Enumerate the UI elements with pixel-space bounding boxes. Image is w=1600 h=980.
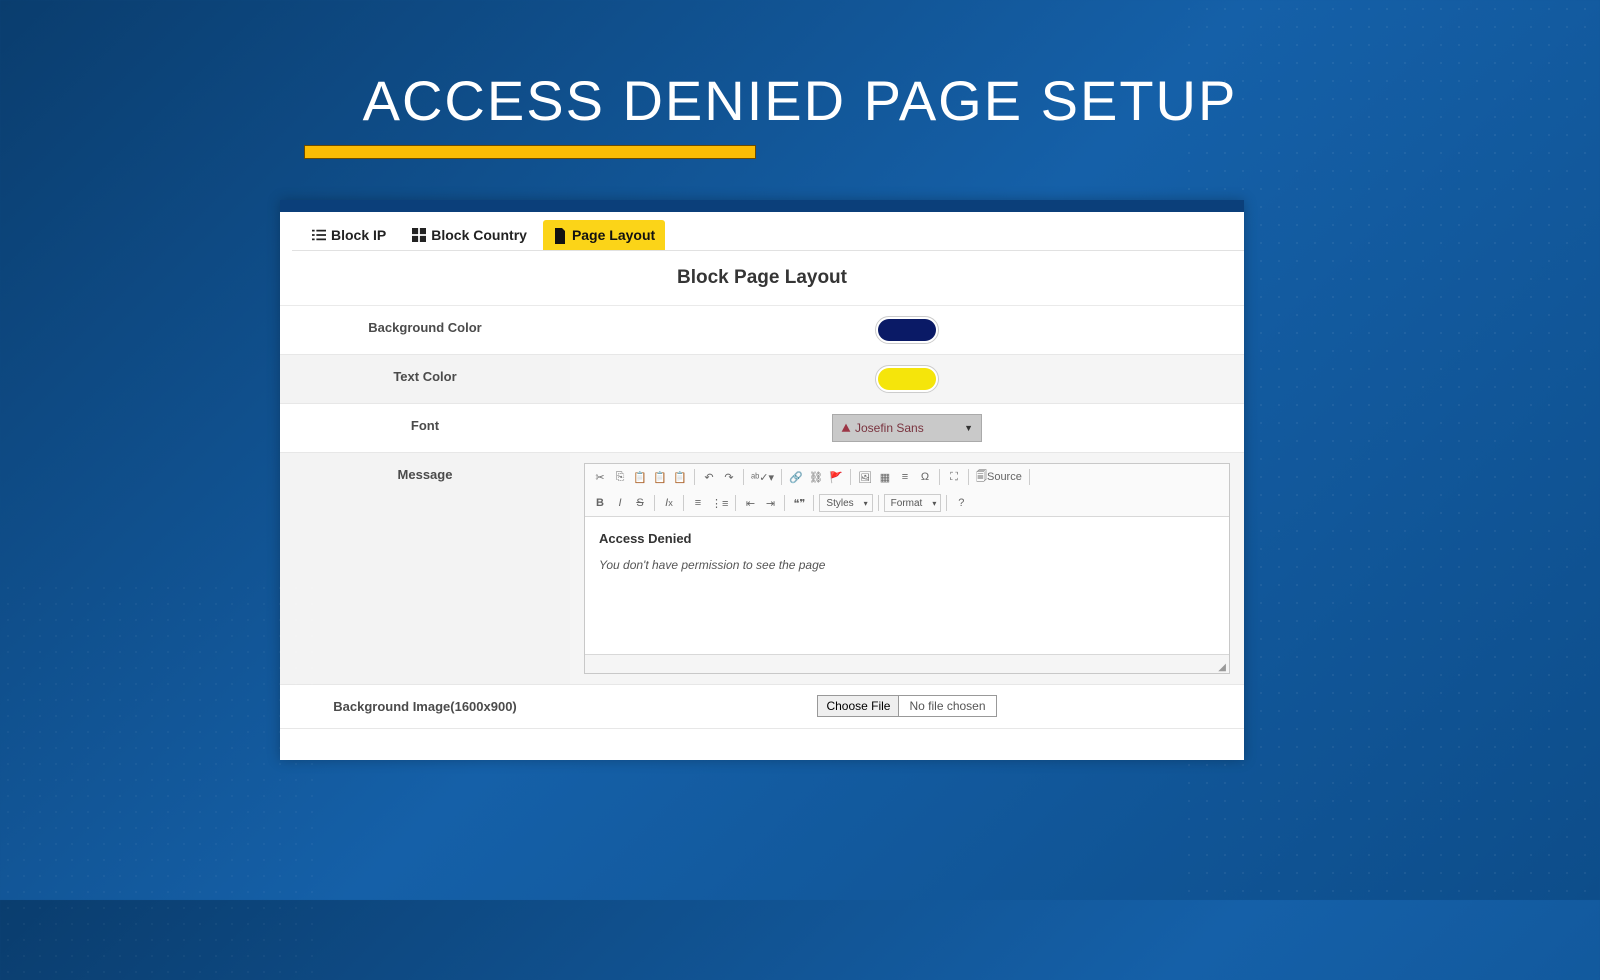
editor-body: You don't have permission to see the pag… — [599, 558, 1215, 572]
font-value: Josefin Sans — [855, 421, 924, 435]
row-text-color: Text Color — [280, 355, 1244, 404]
removeformat-icon[interactable]: Ix — [660, 494, 678, 512]
row-message: Message ✂ ⎘ 📋 📋 📋 ↶ ↷ ᵃᵇ✓▾ 🔗 ⛓ � — [280, 453, 1244, 685]
anchor-icon[interactable]: 🚩 — [827, 468, 845, 486]
copy-icon[interactable]: ⎘ — [611, 468, 629, 486]
cut-icon[interactable]: ✂ — [591, 468, 609, 486]
font-select[interactable]: Josefin Sans — [832, 414, 982, 442]
outdent-icon[interactable]: ⇤ — [741, 494, 759, 512]
label-text-color: Text Color — [280, 355, 570, 403]
link-icon[interactable]: 🔗 — [787, 468, 805, 486]
settings-panel: Block IP Block Country Page Layout Block… — [280, 200, 1244, 760]
page-title: ACCESS DENIED PAGE SETUP — [300, 68, 1300, 133]
bold-icon[interactable]: B — [591, 494, 609, 512]
label-background-color: Background Color — [280, 306, 570, 354]
hr-icon[interactable]: ≡ — [896, 468, 914, 486]
redo-icon[interactable]: ↷ — [720, 468, 738, 486]
paste-icon[interactable]: 📋 — [631, 468, 649, 486]
grid-icon — [412, 228, 426, 242]
blockquote-icon[interactable]: ❝❞ — [790, 494, 808, 512]
strike-icon[interactable]: S — [631, 494, 649, 512]
file-input[interactable]: Choose File No file chosen — [817, 695, 996, 717]
tab-block-ip[interactable]: Block IP — [302, 220, 396, 250]
warning-icon — [841, 423, 851, 433]
editor-content[interactable]: Access Denied You don't have permission … — [585, 517, 1229, 655]
bg-color-swatch — [878, 319, 936, 341]
table-icon[interactable]: ▦ — [876, 468, 894, 486]
list-icon — [312, 228, 326, 242]
specialchar-icon[interactable]: Ω — [916, 468, 934, 486]
paste-text-icon[interactable]: 📋 — [651, 468, 669, 486]
editor-toolbar: ✂ ⎘ 📋 📋 📋 ↶ ↷ ᵃᵇ✓▾ 🔗 ⛓ 🚩 🖼 ▦ — [585, 464, 1229, 517]
indent-icon[interactable]: ⇥ — [761, 494, 779, 512]
unlink-icon[interactable]: ⛓ — [807, 468, 825, 486]
bulletlist-icon[interactable]: ⋮≡ — [709, 494, 730, 512]
undo-icon[interactable]: ↶ — [700, 468, 718, 486]
editor-statusbar[interactable] — [585, 655, 1229, 673]
help-icon[interactable]: ? — [952, 494, 970, 512]
choose-file-button[interactable]: Choose File — [818, 696, 899, 716]
tab-block-country[interactable]: Block Country — [402, 220, 537, 250]
bg-color-picker[interactable] — [875, 316, 939, 344]
label-background-image: Background Image(1600x900) — [280, 685, 570, 728]
text-color-picker[interactable] — [875, 365, 939, 393]
row-font: Font Josefin Sans — [280, 404, 1244, 453]
paste-word-icon[interactable]: 📋 — [671, 468, 689, 486]
tab-label: Block Country — [431, 227, 527, 243]
numberlist-icon[interactable]: ≡ — [689, 494, 707, 512]
label-font: Font — [280, 404, 570, 452]
label-message: Message — [280, 453, 570, 684]
section-heading: Block Page Layout — [280, 251, 1244, 306]
rich-text-editor: ✂ ⎘ 📋 📋 📋 ↶ ↷ ᵃᵇ✓▾ 🔗 ⛓ 🚩 🖼 ▦ — [584, 463, 1230, 674]
format-dropdown[interactable]: Format — [884, 494, 942, 512]
image-icon[interactable]: 🖼 — [856, 468, 874, 486]
title-underline — [304, 145, 756, 159]
italic-icon[interactable]: I — [611, 494, 629, 512]
page-header: ACCESS DENIED PAGE SETUP — [300, 68, 1300, 159]
maximize-icon[interactable]: ⛶ — [945, 468, 963, 486]
styles-dropdown[interactable]: Styles — [819, 494, 872, 512]
file-icon — [553, 228, 567, 242]
editor-heading: Access Denied — [599, 531, 1215, 546]
text-color-swatch — [878, 368, 936, 390]
source-button[interactable]: 🗐 Source — [974, 468, 1024, 486]
file-status: No file chosen — [899, 696, 995, 716]
row-background-color: Background Color — [280, 306, 1244, 355]
tab-bar: Block IP Block Country Page Layout — [292, 212, 1244, 251]
spellcheck-icon[interactable]: ᵃᵇ✓▾ — [749, 468, 776, 486]
panel-top-bar — [280, 200, 1244, 212]
row-background-image: Background Image(1600x900) Choose File N… — [280, 685, 1244, 729]
tab-page-layout[interactable]: Page Layout — [543, 220, 665, 250]
tab-label: Block IP — [331, 227, 386, 243]
tab-label: Page Layout — [572, 227, 655, 243]
